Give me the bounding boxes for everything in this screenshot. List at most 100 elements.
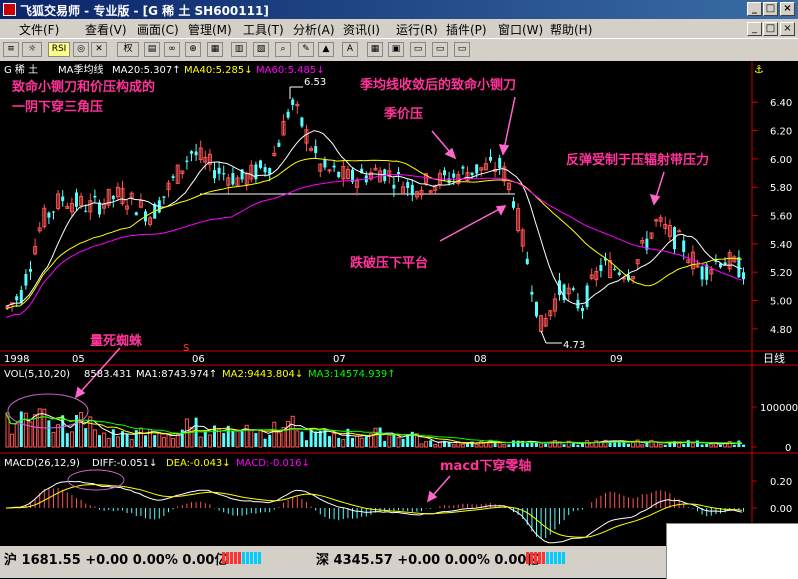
volume-bar-down [512,440,515,447]
arrowhead-rebound [649,193,661,206]
volume-bar-up [106,437,111,448]
zoom-in-icon[interactable]: ◎ [73,42,89,57]
candle-body-down [700,266,704,280]
volume-bar-up [460,443,465,448]
volume-bar-up [474,443,479,448]
volume-bar-down [240,431,244,447]
volume-bar-up [138,427,143,448]
grid-icon[interactable]: ▦ [367,42,383,57]
menu-window[interactable]: 窗口(W) [498,21,543,38]
text-icon[interactable]: A [342,42,358,57]
ma60-value: MA60:5.485↓ [256,65,325,76]
volume-bar-down [364,436,368,447]
low-label: 4.73 [563,340,585,351]
candle-body-down [52,211,55,213]
annotation-ma-converge: 季均线收敛后的致命小铡刀 [359,77,516,93]
mdi-close-button[interactable]: × [780,22,795,36]
candle-body-down [15,296,19,301]
anchor-icon[interactable]: ⚓ [754,63,764,76]
volume-bar-down [314,431,318,447]
refresh-icon[interactable]: ☼ [22,42,42,57]
menu-manage[interactable]: 管理(M) [188,21,232,38]
annotation-rebound-capped: 反弹受制于压辐射带压力 [566,152,709,168]
monitor-icon[interactable]: ▭ [432,42,448,57]
book-icon[interactable]: ▦ [207,42,223,57]
stock-chart[interactable]: 6.40 6.20 6.00 5.80 5.60 5.40 5.20 5.00 4.80 G 稀… [0,61,798,546]
glasses-icon[interactable]: ∞ [164,42,180,57]
mdi-restore-button[interactable]: □ [763,22,778,36]
volume-bar-down [696,440,699,447]
notes-icon[interactable]: ▥ [231,42,247,57]
menu-analysis[interactable]: 分析(A) [293,21,335,38]
alarm-icon[interactable]: ▲ [318,42,334,57]
x-label-07: 07 [333,354,346,365]
volume-bar-down [65,433,69,447]
zoom-icon[interactable]: ⌕ [275,42,291,57]
candle-body-down [300,117,304,127]
menu-tools[interactable]: 工具(T) [243,21,284,38]
menu-info[interactable]: 资讯(I) [343,21,380,38]
candle-body-down [75,192,78,207]
menu-help[interactable]: 帮助(H) [550,21,592,38]
maximize-button[interactable]: □ [763,2,778,16]
cross-icon[interactable]: ✕ [91,42,107,57]
macd-histogram [11,487,744,539]
candle-body-down [475,164,479,174]
arrow-break-platform [439,205,506,242]
layout-icon[interactable]: ▭ [454,42,470,57]
menu-screen[interactable]: 画面(C) [137,21,179,38]
title-bar: 飞狐交易师 - 专业版 - [G 稀 土 SH600111] _ □ × [0,0,798,19]
mdi-minimize-button[interactable]: _ [747,22,762,36]
volume-bar-down [401,438,405,447]
menu-file[interactable]: 文件(F) [19,21,59,38]
document-icon[interactable]: ▧ [253,42,269,57]
volume-bar-up [157,431,162,448]
candle-body-down [259,160,262,168]
close-button[interactable]: × [780,2,795,16]
volume-bar-up [10,433,15,448]
price-tick-label: 5.60 [770,212,792,223]
candle-body-down [613,268,617,270]
volume-bar-down [466,443,469,447]
candle-body-down [222,173,226,175]
volume-bar-up [51,431,56,448]
macd-highlight-ellipse [67,469,125,491]
candle-body-down [525,258,529,265]
volume-bar-down [576,444,580,447]
chart-icon[interactable]: ▤ [144,42,160,57]
candle-body-down [530,291,534,295]
price-grid [0,101,752,330]
volume-bar-down [378,427,382,447]
menu-bar: 文件(F) 查看(V) 画面(C) 管理(M) 工具(T) 分析(A) 资讯(I… [0,19,798,38]
volume-bar-up [207,434,212,448]
candle-body-down [134,212,138,216]
candlestick-series [5,97,745,333]
volume-bar-up [161,436,166,448]
menu-plugin[interactable]: 插件(P) [446,21,487,38]
volume-bar-up [23,412,28,448]
volume-bar-down [222,433,226,447]
candle-body-down [410,184,414,196]
app-icon [3,3,16,16]
bookmark-icon[interactable]: ⊕ [185,42,201,57]
volume-bar-down [686,440,690,447]
volume-bar-up [129,439,134,448]
minimize-button[interactable]: _ [747,2,762,16]
volume-bar-down [732,444,736,447]
vol-label-100000: 100000 [760,403,798,414]
volume-bar-down [144,435,147,447]
period-label[interactable]: 日线 [763,351,785,365]
candle-body-down [286,111,290,118]
annotation-macd-cross: macd下穿零轴 [440,458,531,474]
right-adjust-button[interactable]: 权 [117,42,139,57]
volume-bar-up [14,423,19,448]
annotation-quarter-pressure: 季价压 [383,106,423,122]
rsi-button[interactable]: RSI [48,42,70,57]
ma40-value: MA40:5.285↓ [184,65,253,76]
sort-icon[interactable]: ≡ [3,42,19,57]
menu-run[interactable]: 运行(R) [396,21,438,38]
pen-icon[interactable]: ✎ [298,42,314,57]
screen-icon[interactable]: ▭ [410,42,426,57]
window-icon[interactable]: ▣ [388,42,404,57]
menu-view[interactable]: 查看(V) [85,21,127,38]
